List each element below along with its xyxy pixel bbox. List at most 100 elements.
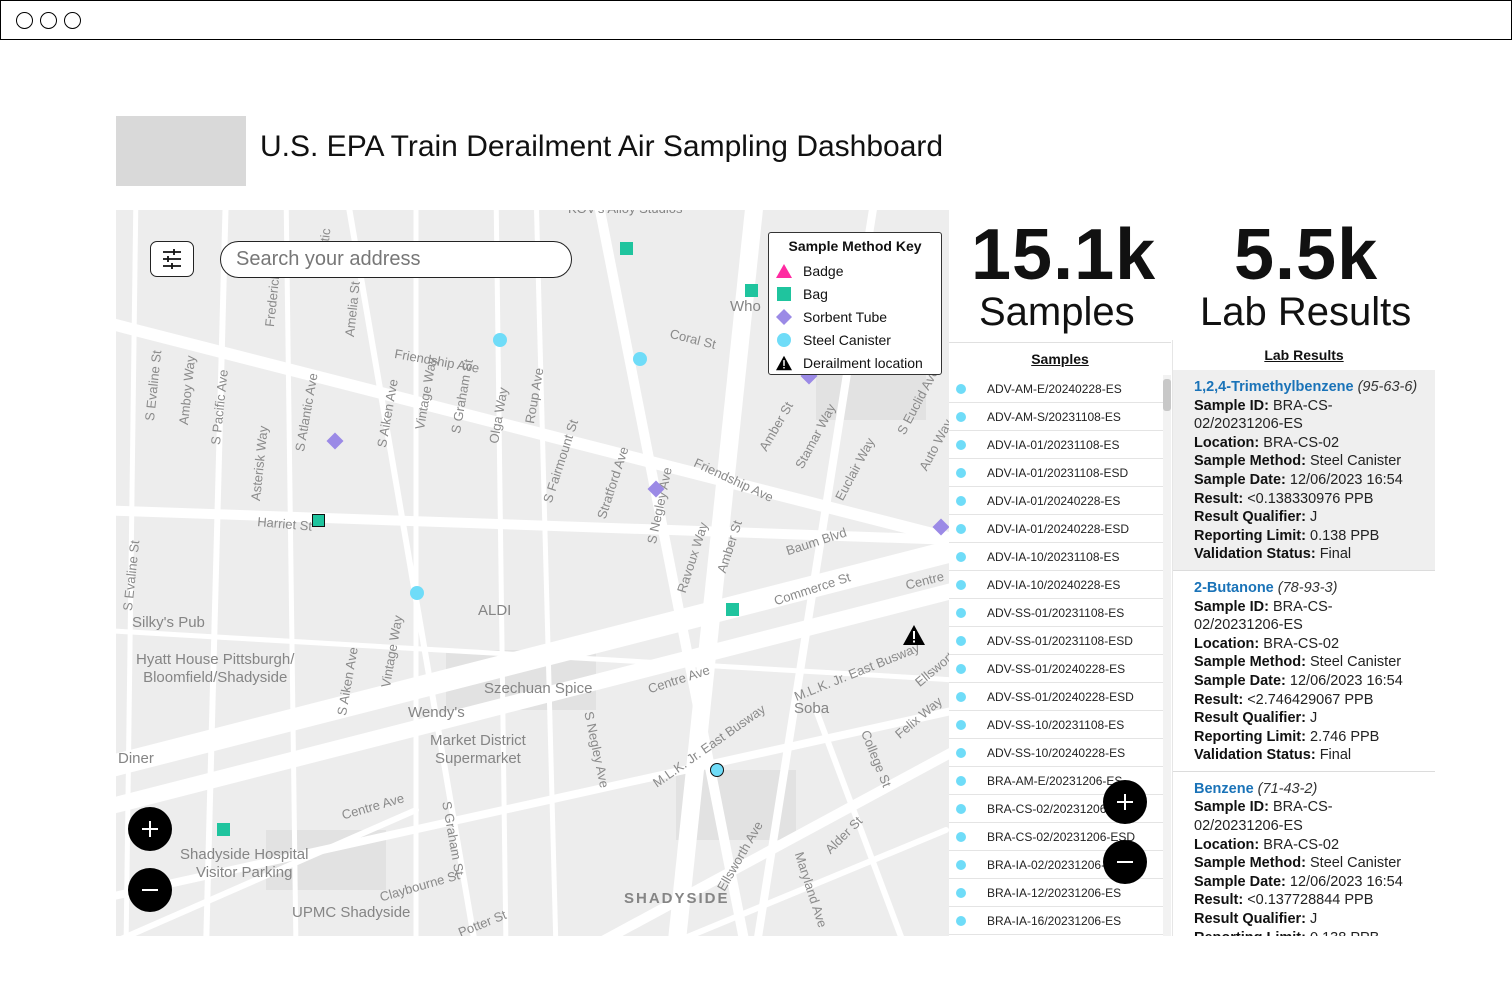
field-label: Sample Method: [1194,855,1306,872]
lab-result-card[interactable]: Benzene (71-43-2) Sample ID: BRA-CS- 02/20… [1173,772,1435,936]
lab-results-list: 1,2,4-Trimethylbenzene (95-63-6) Sample I… [1173,370,1435,936]
sample-id: ADV-IA-01/20240228-ES [987,493,1121,508]
lab-result-field: Validation Status: Final [1194,545,1427,564]
analyte-link[interactable]: Benzene [1194,781,1254,797]
lab-results-panel-title[interactable]: Lab Results [1173,340,1435,370]
window-close-button[interactable] [16,12,33,29]
lab-result-field: Reporting Limit: 0.138 PPB [1194,929,1427,936]
steel-canister-marker[interactable] [410,586,424,600]
lab-result-card[interactable]: 1,2,4-Trimethylbenzene (95-63-6) Sample I… [1173,370,1435,571]
samples-scrollbar-thumb[interactable] [1163,379,1171,411]
steel-canister-icon [956,719,966,730]
bag-marker[interactable] [620,242,633,255]
sample-list-item[interactable]: ADV-IA-10/20231108-ES [949,543,1163,571]
field-label: Location: [1194,836,1260,853]
field-label: Sample ID: [1194,598,1269,615]
bag-marker[interactable] [726,603,739,616]
lab-result-field: Sample Date: 12/06/2023 16:54 [1194,672,1427,691]
sample-list-item[interactable]: ADV-SS-01/20240228-ES [949,655,1163,683]
sample-list-item[interactable]: ADV-SS-10/20231108-ES [949,711,1163,739]
sample-id: ADV-AM-S/20231108-ES [987,409,1121,424]
minus-icon [142,889,158,891]
steel-canister-marker[interactable] [633,352,647,366]
sample-list-item[interactable]: ADV-SS-01/20231108-ES [949,599,1163,627]
steel-canister-marker[interactable] [493,333,507,347]
field-value: 12/06/2023 16:54 [1289,873,1403,890]
lab-result-field: Sample ID: BRA-CS- [1194,397,1427,416]
lab-result-field: Result Qualifier: J [1194,910,1427,929]
list-zoom-in-button[interactable] [1103,780,1147,824]
bag-marker[interactable] [217,823,230,836]
field-label: Reporting Limit: [1194,728,1306,745]
square-icon [773,285,795,303]
sample-list-item[interactable]: BRA-IA-16/20231206-ES [949,907,1163,935]
steel-canister-icon [956,439,966,450]
map-zoom-out-button[interactable] [128,868,172,912]
sample-list-item[interactable]: ADV-IA-01/20240228-ES [949,487,1163,515]
sliders-icon [163,249,181,269]
bag-marker[interactable] [745,284,758,297]
page-title: U.S. EPA Train Derailment Air Sampling D… [260,130,944,163]
poi-label: Shadyside Hospital Visitor Parking [180,846,309,881]
lab-results-count-card: 5.5k Lab Results [1172,210,1435,334]
poi-label: ALDI [478,602,512,619]
window-minimize-button[interactable] [40,12,57,29]
field-value: J [1310,710,1318,727]
samples-count-label: Samples [979,290,1135,334]
window-titlebar [0,0,1512,40]
legend-item-badge: Badge [769,259,941,282]
sample-list-item[interactable]: ADV-IA-01/20231108-ESD [949,459,1163,487]
sample-list-item[interactable]: ADV-SS-01/20231108-ESD [949,627,1163,655]
field-label: Location: [1194,434,1260,451]
poi-label: Silky's Pub [132,614,205,631]
bag-marker-selected[interactable] [312,514,325,527]
lab-result-field: Sample ID: BRA-CS- [1194,798,1427,817]
address-search-input[interactable] [220,241,572,278]
poi-label: Wendy's [408,704,465,721]
lab-result-header: 1,2,4-Trimethylbenzene (95-63-6) [1194,378,1427,397]
steel-canister-icon [956,915,966,926]
sample-list-item[interactable]: ADV-SS-10/20240228-ES [949,739,1163,767]
sample-list-item[interactable]: ADV-AM-E/20240228-ES [949,375,1163,403]
filter-button[interactable] [150,241,194,277]
list-zoom-out-button[interactable] [1103,840,1147,884]
field-value: 02/20231206-ES [1194,416,1303,433]
field-label: Result: [1194,490,1244,507]
samples-panel-title[interactable]: Samples [949,343,1171,375]
lab-result-field: Sample Method: Steel Canister [1194,653,1427,672]
lab-result-card[interactable]: 2-Butanone (78-93-3) Sample ID: BRA-CS- 02… [1173,571,1435,772]
window-maximize-button[interactable] [64,12,81,29]
sample-list-item[interactable]: ADV-AM-S/20231108-ES [949,403,1163,431]
analyte-link[interactable]: 1,2,4-Trimethylbenzene [1194,379,1354,395]
lab-result-field: Reporting Limit: 0.138 PPB [1194,527,1427,546]
sample-id: ADV-IA-01/20231108-ESD [987,465,1129,480]
samples-count: 15.1k [971,215,1157,295]
lab-result-field: Sample Method: Steel Canister [1194,854,1427,873]
steel-canister-icon [956,803,966,814]
sample-list-item[interactable]: ADV-IA-01/20240228-ESD [949,515,1163,543]
analyte-link[interactable]: 2-Butanone [1194,580,1274,596]
lab-result-field: Sample Date: 12/06/2023 16:54 [1194,471,1427,490]
steel-canister-icon [956,495,966,506]
derailment-location-marker[interactable] [902,624,926,651]
map-zoom-in-button[interactable] [128,807,172,851]
sample-list-item[interactable]: ADV-IA-01/20231108-ES [949,431,1163,459]
field-value: 02/20231206-ES [1194,818,1303,835]
map-view[interactable]: Friendship Ave Friendship Ave Coral St H… [116,210,949,936]
steel-canister-marker-selected[interactable] [710,763,724,777]
sample-list-item[interactable]: ADV-SS-01/20240228-ESD [949,683,1163,711]
lab-results-count: 5.5k [1234,215,1379,295]
minus-icon [1117,861,1133,863]
field-label: Location: [1194,635,1260,652]
field-label: Validation Status: [1194,546,1316,563]
poi-label: Hyatt House Pittsburgh/ Bloomfield/Shady… [136,651,295,686]
lab-result-field: Location: BRA-CS-02 [1194,635,1427,654]
lab-result-field: 02/20231206-ES [1194,817,1427,836]
field-value: <0.138330976 PPB [1247,490,1374,507]
sample-id: BRA-IA-16/20231206-ES [987,913,1122,928]
sample-id: ADV-IA-01/20231108-ES [987,437,1120,452]
field-value: J [1310,509,1318,526]
samples-scrollbar[interactable] [1163,375,1171,936]
cas-number: (78-93-3) [1277,579,1338,596]
sample-list-item[interactable]: ADV-IA-10/20240228-ES [949,571,1163,599]
